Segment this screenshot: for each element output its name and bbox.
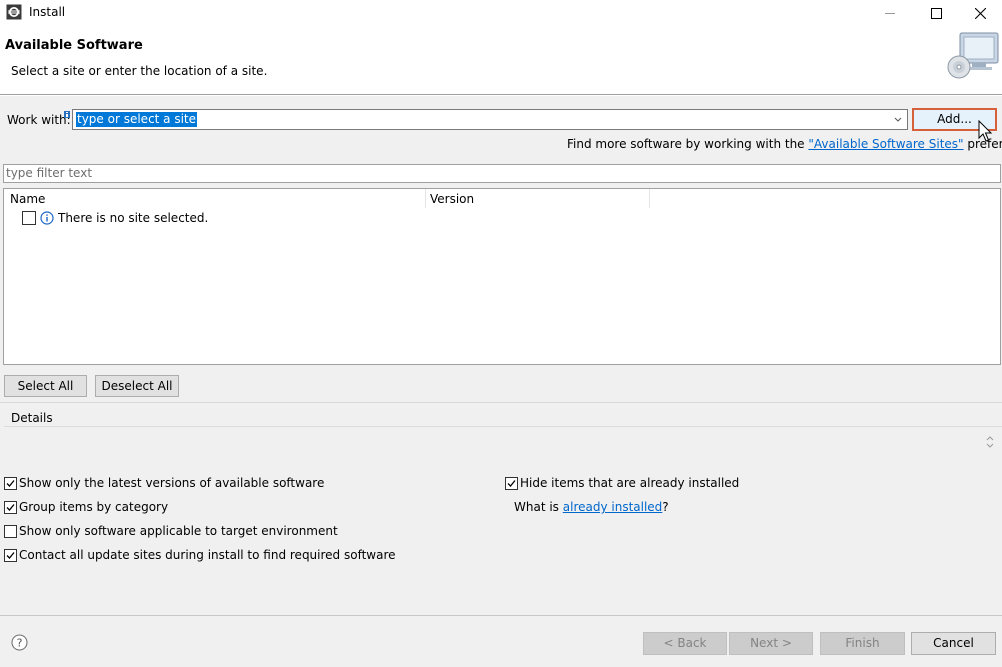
maximize-button[interactable] <box>914 0 958 26</box>
group-by-category-checkbox[interactable] <box>4 501 17 514</box>
page-message: Select a site or enter the location of a… <box>11 64 268 78</box>
hide-installed-label[interactable]: Hide items that are already installed <box>520 476 739 490</box>
hide-installed-checkbox[interactable] <box>505 477 518 490</box>
next-button[interactable]: Next > <box>729 632 813 655</box>
contact-update-sites-label[interactable]: Contact all update sites during install … <box>19 548 396 562</box>
checkmark-icon <box>507 480 516 487</box>
minimize-button[interactable] <box>868 0 912 26</box>
column-divider[interactable] <box>649 189 650 208</box>
details-scroll-spinner[interactable] <box>984 434 996 450</box>
checkmark-icon <box>6 480 15 487</box>
section-separator <box>0 402 1002 403</box>
table-row-checkbox[interactable] <box>22 211 36 225</box>
select-all-button[interactable]: Select All <box>4 375 87 397</box>
chevron-down-icon[interactable] <box>891 113 905 127</box>
close-button[interactable] <box>958 0 1002 26</box>
column-header-version[interactable]: Version <box>430 192 474 206</box>
finish-button[interactable]: Finish <box>820 632 905 655</box>
target-environment-checkbox[interactable] <box>4 525 17 538</box>
software-table[interactable]: Name Version There is no site selected. <box>3 188 1001 365</box>
page-title: Available Software <box>5 38 143 53</box>
maximize-icon <box>930 7 942 19</box>
svg-text:?: ? <box>17 637 23 650</box>
cancel-button[interactable]: Cancel <box>911 632 996 655</box>
latest-versions-label[interactable]: Show only the latest versions of availab… <box>19 476 324 490</box>
back-button[interactable]: < Back <box>643 632 727 655</box>
help-icon[interactable]: ? <box>11 634 28 651</box>
footer-separator <box>0 615 1002 616</box>
already-installed-link[interactable]: already installed <box>563 500 663 514</box>
close-icon <box>974 7 986 19</box>
window-title: Install <box>29 5 66 19</box>
content-assist-hint-icon <box>64 107 70 118</box>
header-separator-highlight <box>0 95 1002 96</box>
filter-input[interactable]: type filter text <box>3 164 1001 183</box>
work-with-input[interactable]: type or select a site <box>76 112 198 127</box>
what-is-prefix: What is <box>514 500 563 514</box>
table-row-name: There is no site selected. <box>58 211 209 225</box>
details-label: Details <box>11 411 53 425</box>
work-with-label: Work with: <box>7 113 71 127</box>
details-area <box>4 426 1002 471</box>
available-software-sites-link[interactable]: "Available Software Sites" <box>808 137 963 151</box>
what-is-installed-text: What is already installed? <box>514 500 669 514</box>
title-bar: Install <box>0 0 1002 26</box>
eclipse-app-icon <box>6 4 22 20</box>
what-is-suffix: ? <box>662 500 669 514</box>
deselect-all-button[interactable]: Deselect All <box>95 375 179 397</box>
target-environment-label[interactable]: Show only software applicable to target … <box>19 524 338 538</box>
contact-update-sites-checkbox[interactable] <box>4 549 17 562</box>
wizard-header: Available Software Select a site or ente… <box>0 26 1002 94</box>
minimize-icon <box>885 13 895 14</box>
find-more-prefix: Find more software by working with the <box>567 137 809 151</box>
checkmark-icon <box>6 504 15 511</box>
column-divider[interactable] <box>425 189 426 208</box>
checkmark-icon <box>6 552 15 559</box>
find-more-text: Find more software by working with the "… <box>567 137 1002 151</box>
install-computer-icon <box>946 31 1000 81</box>
column-header-name[interactable]: Name <box>10 192 45 206</box>
latest-versions-checkbox[interactable] <box>4 477 17 490</box>
find-more-suffix: preferences. <box>967 137 1002 151</box>
spinner-icon <box>986 436 994 448</box>
info-icon <box>40 211 54 225</box>
group-by-category-label[interactable]: Group items by category <box>19 500 168 514</box>
filter-placeholder: type filter text <box>6 166 93 180</box>
work-with-combo[interactable]: type or select a site <box>72 109 908 130</box>
